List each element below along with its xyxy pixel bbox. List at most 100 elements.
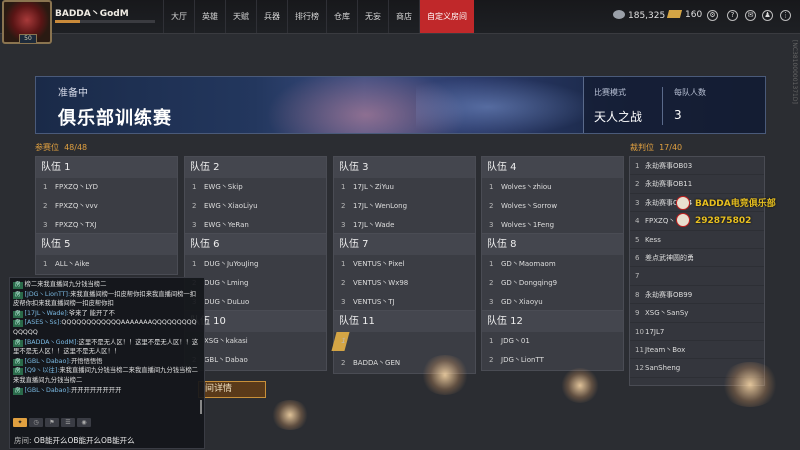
participants-header: 参赛位 48/48 bbox=[35, 143, 88, 152]
team-player-row[interactable]: 2 FPXZQ丶vvv bbox=[36, 197, 177, 216]
chat-messages: 房榜二来我直播间九分钱当榜二房 [JDG丶LionTT]:来我直播间榜一扣皮帮你扣… bbox=[13, 280, 201, 408]
team-player-row[interactable]: 1XSG丶kakasi bbox=[185, 332, 326, 351]
chat-scrollbar[interactable] bbox=[200, 400, 202, 414]
referee-row[interactable]: 11Jteam丶Box bbox=[630, 341, 764, 360]
team-player-row[interactable]: 1 FPXZQ丶LYD bbox=[36, 178, 177, 197]
chat-tab-list[interactable]: ☰ bbox=[61, 418, 75, 427]
team-player-row[interactable]: 1 EWG丶Skip bbox=[185, 178, 326, 197]
team-player-row[interactable]: 1 VENTUS丶Pixel bbox=[334, 255, 475, 274]
referee-row[interactable]: 2 永劫赛事OB11 bbox=[630, 175, 764, 194]
nav-item-7[interactable]: 无妄 bbox=[357, 0, 388, 33]
avatar-level: 50 bbox=[19, 34, 37, 44]
nav-item-1[interactable]: 大厅 bbox=[163, 0, 194, 33]
avatar[interactable]: 50 bbox=[2, 0, 52, 44]
team-player-row[interactable]: 2GBL丶Dabao bbox=[185, 351, 326, 370]
help-icon[interactable]: ? bbox=[727, 10, 738, 21]
gold-amount: 160 bbox=[685, 10, 703, 20]
team-card[interactable]: 队伍 5 1 ALL丶Aike bbox=[35, 233, 178, 275]
chat-message: 房 [ASES丶Ss]:QQQQQQQQQQQQAAAAAAAQQQQQQQQQQ… bbox=[13, 319, 197, 336]
referee-row[interactable]: 8 永劫赛事OB99 bbox=[630, 286, 764, 305]
team-card[interactable]: 队伍 2 1 EWG丶Skip 2 EWG丶XiaoLiyu 3 EWG丶YeRan bbox=[184, 156, 327, 236]
team-card[interactable]: 队伍 8 1 GD丶Maomaom 2 GD丶Dongqing9 3 GD丶Xiaoyu bbox=[481, 233, 624, 313]
referees-header: 裁判位 17/40 bbox=[630, 143, 683, 152]
settings-icon[interactable]: ⚙ bbox=[707, 10, 718, 21]
referee-row[interactable]: 9 XSG丶SanSy bbox=[630, 304, 764, 323]
team-card[interactable]: 队伍 4 1 Wolves丶zhiou 2 Wolves丶Sorrow 3 Wolves丶1… bbox=[481, 156, 624, 236]
team-player-row[interactable]: 2 EWG丶XiaoLiyu bbox=[185, 197, 326, 216]
referee-list: 1 永劫赛事OB03 2 永劫赛事OB11 3 永劫赛事OB04 4 FPXZQ丶 5 Kess 6… bbox=[629, 156, 765, 386]
chat-tab-flag[interactable]: ⚑ bbox=[45, 418, 59, 427]
referee-row[interactable]: 6 差点武神圆的勇 bbox=[630, 249, 764, 268]
team-name: 队伍 10 bbox=[185, 311, 326, 332]
team-player-row[interactable]: 1 17JL丶ZiYuu bbox=[334, 178, 475, 197]
gold-icon bbox=[666, 10, 683, 18]
team-player-row[interactable]: 2DUG丶Lming bbox=[185, 274, 326, 293]
team-name: 队伍 12 bbox=[482, 311, 623, 332]
team-player-row[interactable]: 1 ALL丶Aike bbox=[36, 255, 177, 274]
silver-currency: 185,325 bbox=[613, 10, 665, 21]
chat-tab-mic[interactable]: ◉ bbox=[77, 418, 91, 427]
chat-message: 房 [Q9丶以往]:来我直播间九分钱当榜二来我直播间九分钱当榜二来我直播间九分钱当… bbox=[13, 367, 198, 384]
main-nav: 大厅 英雄 天赋 兵器 排行榜 仓库 无妄 商店 自定义房间 bbox=[163, 0, 474, 33]
chat-message: 房 [17JL丶Wade]:爷来了 能开了不 bbox=[13, 309, 115, 318]
team-size-label: 每队人数 bbox=[674, 88, 706, 97]
team-name: 队伍 2 bbox=[185, 157, 326, 178]
chat-tab-emoji[interactable]: ✦ bbox=[13, 418, 27, 427]
chat-tabs: ✦ ◷ ⚑ ☰ ◉ bbox=[13, 418, 91, 428]
watermark-logo-icon bbox=[676, 196, 690, 210]
referee-row[interactable]: 1 永劫赛事OB03 bbox=[630, 157, 764, 176]
chat-message: 房 [GBL丶Dabao]:开悟悟悟悟 bbox=[13, 357, 103, 366]
nav-item-3[interactable]: 天赋 bbox=[225, 0, 256, 33]
silver-icon bbox=[613, 10, 625, 19]
nav-item-9[interactable]: 自定义房间 bbox=[419, 0, 474, 33]
team-player-row[interactable]: 1BADDA丶GodM bbox=[331, 332, 350, 351]
room-status: 准备中 bbox=[58, 88, 88, 99]
referee-row[interactable]: 5 Kess bbox=[630, 231, 764, 249]
team-card[interactable]: 队伍 7 1 VENTUS丶Pixel 2 VENTUS丶Wx98 3 VENTUS丶TJ bbox=[333, 233, 476, 313]
team-player-row[interactable]: 2 JDG丶LionTT bbox=[482, 351, 623, 370]
nav-item-6[interactable]: 仓库 bbox=[326, 0, 357, 33]
team-card[interactable]: 队伍 61DUG丶JuYouJing2DUG丶Lming3DUG丶DuLuo bbox=[184, 233, 327, 313]
team-name: 队伍 7 bbox=[334, 234, 475, 255]
team-card[interactable]: 队伍 12 1 JDG丶01 2 JDG丶LionTT bbox=[481, 310, 624, 371]
nav-item-8[interactable]: 商店 bbox=[388, 0, 419, 33]
room-details-button[interactable]: 间详情 bbox=[198, 381, 266, 398]
team-player-row[interactable]: 2 Wolves丶Sorrow bbox=[482, 197, 623, 216]
nav-item-5[interactable]: 排行榜 bbox=[287, 0, 326, 33]
referee-row[interactable]: 7 bbox=[630, 267, 764, 286]
chat-input[interactable]: 房间: OB能开么OB能开么OB能开么 bbox=[12, 434, 202, 447]
team-name: 队伍 3 bbox=[334, 157, 475, 178]
chat-panel: 房榜二来我直播间九分钱当榜二房 [JDG丶LionTT]:来我直播间榜一扣皮帮你扣… bbox=[9, 277, 205, 449]
team-player-row[interactable]: 2 GD丶Dongqing9 bbox=[482, 274, 623, 293]
chat-tab-history[interactable]: ◷ bbox=[29, 418, 43, 427]
chat-input-text: OB能开么OB能开么OB能开么 bbox=[33, 436, 135, 445]
mode-value: 天人之战 bbox=[594, 110, 643, 124]
referee-row[interactable]: 1017JL7 bbox=[630, 323, 764, 341]
team-player-row[interactable]: 1 DUG丶JuYouJing bbox=[185, 255, 326, 274]
team-player-row[interactable]: 2 17JL丶WenLong bbox=[334, 197, 475, 216]
friends-icon[interactable]: ♟ bbox=[762, 10, 773, 21]
nav-item-4[interactable]: 兵器 bbox=[256, 0, 287, 33]
more-icon[interactable]: ⋮ bbox=[780, 10, 791, 21]
team-player-row[interactable]: 2 VENTUS丶Wx98 bbox=[334, 274, 475, 293]
team-name: 队伍 4 bbox=[482, 157, 623, 178]
team-card[interactable]: 队伍 101XSG丶kakasi2GBL丶Dabao bbox=[184, 310, 327, 371]
nav-item-2[interactable]: 英雄 bbox=[194, 0, 225, 33]
mail-icon[interactable]: ✉ bbox=[745, 10, 756, 21]
team-name: 队伍 8 bbox=[482, 234, 623, 255]
top-bar: 50 BADDA丶GodM 大厅 英雄 天赋 兵器 排行榜 仓库 无妄 商店 自定义房间 185… bbox=[0, 0, 800, 44]
side-code: [NC381000001371D] bbox=[791, 40, 798, 104]
team-card[interactable]: 队伍 3 1 17JL丶ZiYuu 2 17JL丶WenLong 3 17JL丶Wade bbox=[333, 156, 476, 236]
team-card[interactable]: 队伍 1 1 FPXZQ丶LYD 2 FPXZQ丶vvv 3 FPXZQ丶TXJ bbox=[35, 156, 178, 236]
silver-amount: 185,325 bbox=[628, 11, 666, 21]
room-banner: 准备中 俱乐部训练赛 比赛模式 天人之战 每队人数 3 bbox=[35, 76, 766, 134]
chat-message: 房 [BADDA丶GodM]:这里不是无人区！！这里不是无人区！！这里不是无人区！… bbox=[13, 338, 199, 356]
xp-bar-fill bbox=[55, 20, 80, 23]
team-name: 队伍 6 bbox=[185, 234, 326, 255]
team-player-row[interactable]: 1 Wolves丶zhiou bbox=[482, 178, 623, 197]
watermark-club: BADDA电竞俱乐部 bbox=[695, 199, 776, 209]
team-name: 队伍 5 bbox=[36, 234, 177, 255]
chat-message: 房榜二来我直播间九分钱当榜二 bbox=[13, 281, 107, 289]
team-player-row[interactable]: 1 JDG丶01 bbox=[482, 332, 623, 351]
team-player-row[interactable]: 1 GD丶Maomaom bbox=[482, 255, 623, 274]
